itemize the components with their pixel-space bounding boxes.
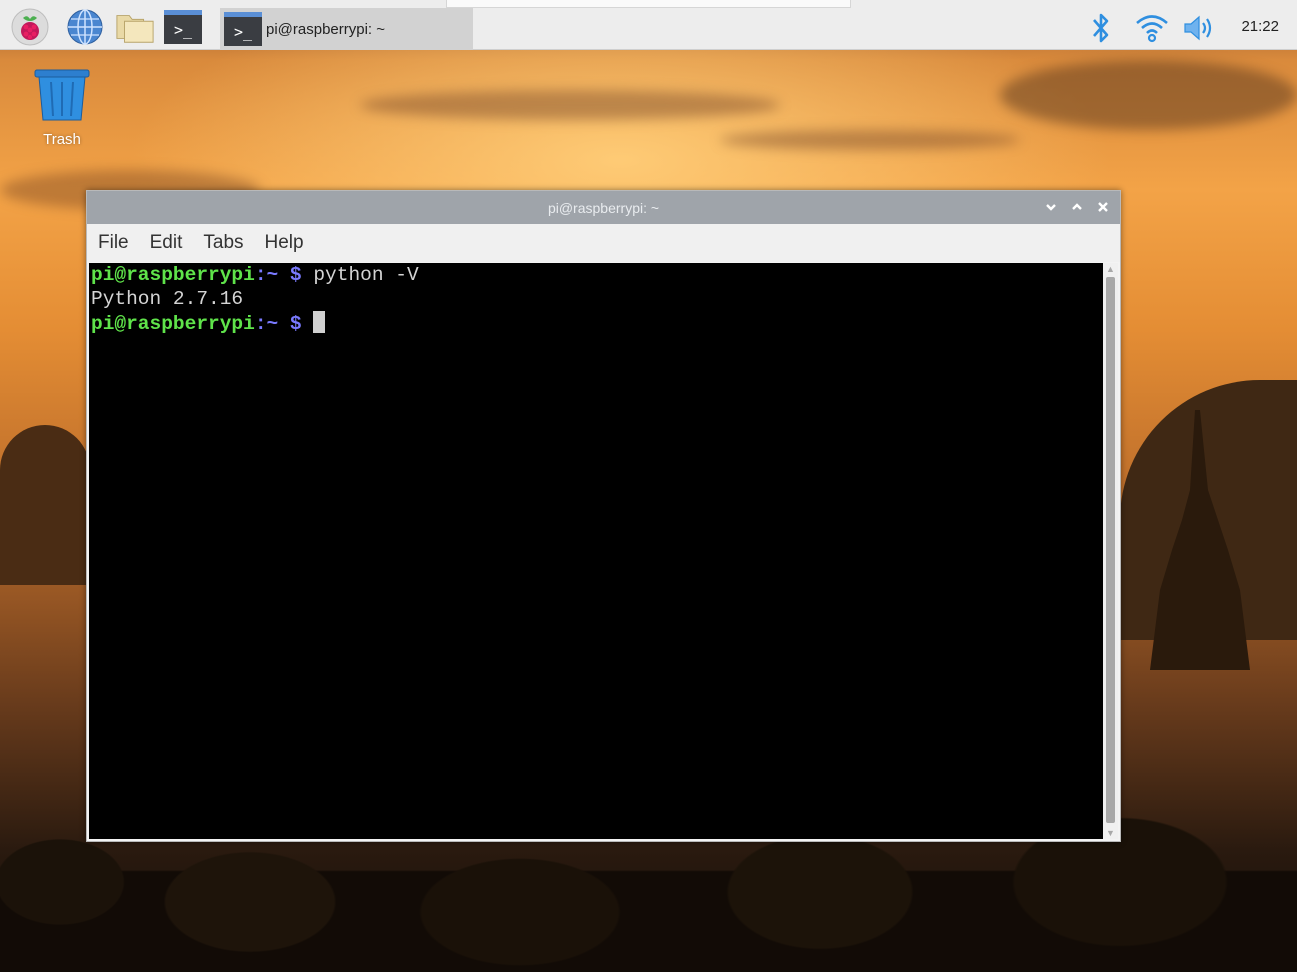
- desktop-icon-trash[interactable]: Trash: [26, 68, 98, 148]
- command-text: python -V: [301, 264, 419, 286]
- close-icon: [1098, 202, 1108, 212]
- window-titlebar[interactable]: pi@raspberrypi: ~: [87, 191, 1120, 224]
- terminal-line: pi@raspberrypi:~ $: [91, 311, 1101, 335]
- panel-clock[interactable]: 21:22: [1241, 18, 1279, 35]
- text-cursor: [313, 311, 326, 333]
- trash-icon: [34, 69, 90, 121]
- terminal-line: pi@raspberrypi:~ $ python -V: [91, 263, 1101, 287]
- terminal-line: Python 2.7.16: [91, 287, 1101, 311]
- prompt-user: pi@raspberrypi: [91, 264, 255, 286]
- scrollbar-thumb[interactable]: [1106, 277, 1115, 823]
- web-browser-button[interactable]: [65, 8, 105, 46]
- menu-file[interactable]: File: [98, 232, 129, 254]
- chevron-down-icon: [1046, 204, 1056, 211]
- terminal-icon: >_: [224, 12, 262, 46]
- terminal-launcher-button[interactable]: >_: [163, 8, 203, 46]
- window-title: pi@raspberrypi: ~: [547, 200, 660, 216]
- wifi-icon: [1136, 15, 1168, 43]
- prompt-path: :~: [254, 264, 279, 286]
- volume-icon: [1184, 15, 1212, 41]
- top-panel: >_ >_ pi@raspberrypi: ~ 21:22: [0, 0, 1297, 50]
- terminal-scrollbar[interactable]: ▲ ▼: [1103, 263, 1118, 839]
- prompt-symbol: $: [278, 264, 302, 286]
- menu-bar: File Edit Tabs Help: [87, 224, 1120, 262]
- volume-button[interactable]: [1180, 8, 1220, 48]
- raspberry-menu-icon: [11, 8, 49, 46]
- bluetooth-icon: [1093, 13, 1109, 43]
- terminal-window: pi@raspberrypi: ~ File Edit Tabs Help pi…: [86, 190, 1121, 842]
- temple-silhouette: [1150, 410, 1250, 670]
- menu-help[interactable]: Help: [265, 232, 304, 254]
- scroll-down-arrow[interactable]: ▼: [1106, 829, 1115, 838]
- bluetooth-button[interactable]: [1086, 8, 1116, 48]
- wifi-button[interactable]: [1132, 8, 1172, 48]
- menu-tabs[interactable]: Tabs: [203, 232, 243, 254]
- terminal-output[interactable]: pi@raspberrypi:~ $ python -V Python 2.7.…: [89, 263, 1103, 839]
- raspberry-menu-button[interactable]: [10, 8, 50, 46]
- terminal-icon: >_: [164, 10, 202, 44]
- taskbar-window-label: pi@raspberrypi: ~: [266, 20, 386, 38]
- prompt-user: pi@raspberrypi: [91, 313, 255, 335]
- maximize-button[interactable]: [1068, 198, 1086, 216]
- file-manager-button[interactable]: [115, 8, 155, 46]
- desktop-icon-label: Trash: [43, 131, 81, 148]
- scroll-up-arrow[interactable]: ▲: [1106, 265, 1115, 274]
- web-browser-icon: [67, 9, 103, 45]
- prompt-path: :~: [254, 313, 279, 335]
- chevron-up-icon: [1072, 203, 1082, 210]
- command-output: Python 2.7.16: [91, 288, 244, 310]
- minimize-button[interactable]: [1042, 198, 1060, 216]
- close-button[interactable]: [1094, 198, 1112, 216]
- taskbar-terminal-window[interactable]: >_ pi@raspberrypi: ~: [220, 8, 473, 50]
- prompt-symbol: $: [278, 313, 302, 335]
- panel-edge-strip: [446, 0, 851, 8]
- menu-edit[interactable]: Edit: [150, 232, 183, 254]
- file-manager-icon: [116, 15, 154, 43]
